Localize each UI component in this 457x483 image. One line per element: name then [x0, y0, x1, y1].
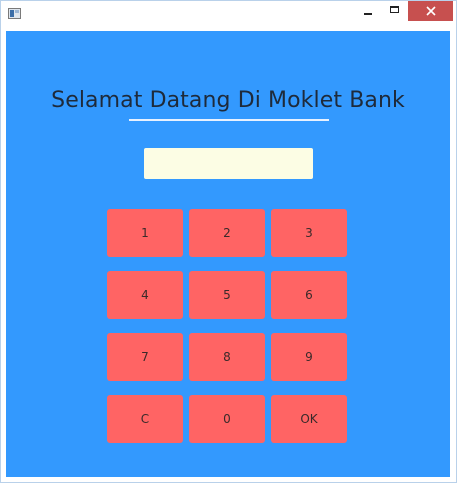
app-window: Selamat Datang Di Moklet Bank 1 2 3 4 5 … — [0, 0, 457, 483]
key-1-button[interactable]: 1 — [107, 209, 183, 257]
ok-button[interactable]: OK — [271, 395, 347, 443]
close-icon — [426, 6, 436, 16]
key-7-button[interactable]: 7 — [107, 333, 183, 381]
clear-button[interactable]: C — [107, 395, 183, 443]
app-icon — [8, 8, 21, 19]
key-5-button[interactable]: 5 — [189, 271, 265, 319]
key-2-button[interactable]: 2 — [189, 209, 265, 257]
main-panel: Selamat Datang Di Moklet Bank 1 2 3 4 5 … — [6, 31, 450, 477]
key-4-button[interactable]: 4 — [107, 271, 183, 319]
key-3-button[interactable]: 3 — [271, 209, 347, 257]
minimize-button[interactable] — [355, 0, 381, 21]
title-bar[interactable] — [0, 0, 457, 30]
welcome-title: Selamat Datang Di Moklet Bank — [51, 88, 405, 113]
key-9-button[interactable]: 9 — [271, 333, 347, 381]
key-0-button[interactable]: 0 — [189, 395, 265, 443]
pin-input[interactable] — [144, 148, 313, 179]
title-underline — [129, 119, 329, 121]
key-6-button[interactable]: 6 — [271, 271, 347, 319]
key-8-button[interactable]: 8 — [189, 333, 265, 381]
maximize-button[interactable] — [381, 0, 408, 21]
close-button[interactable] — [408, 0, 453, 21]
